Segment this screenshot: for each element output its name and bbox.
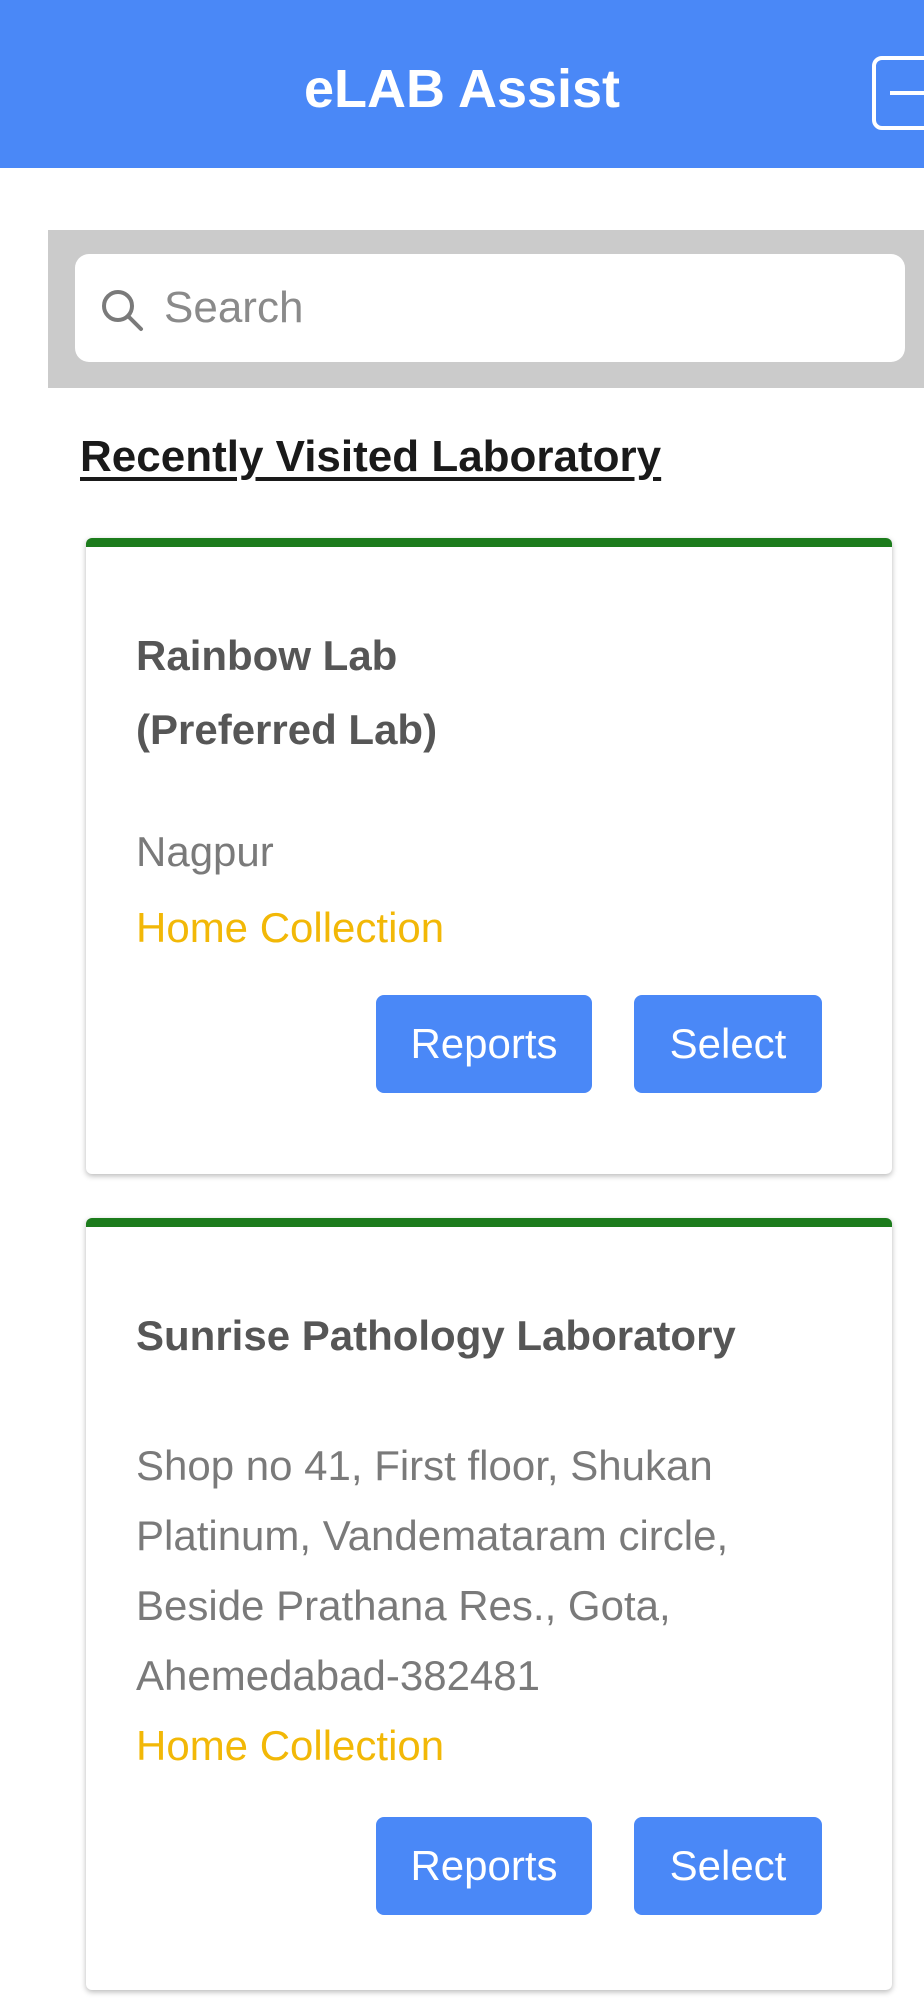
- lab-card: Sunrise Pathology Laboratory Shop no 41,…: [86, 1218, 892, 1990]
- lab-preferred-label: (Preferred Lab): [136, 706, 438, 753]
- logout-button[interactable]: [870, 56, 924, 130]
- lab-service: Home Collection: [136, 904, 445, 951]
- lab-address-line: Ahemedabad-382481: [136, 1652, 541, 1699]
- lab-name: Sunrise Pathology Laboratory: [136, 1312, 736, 1359]
- lab-name: Rainbow Lab: [136, 632, 398, 679]
- lab-card: Rainbow Lab (Preferred Lab) Nagpur Home …: [86, 538, 892, 1174]
- reports-button[interactable]: Reports: [376, 1817, 592, 1915]
- lab-address: Nagpur: [136, 817, 836, 887]
- section-title: Recently Visited Laboratory: [80, 432, 662, 481]
- lab-address-line: Platinum, Vandemataram circle,: [136, 1512, 729, 1559]
- search-icon: [102, 290, 143, 331]
- lab-address-line: Shop no 41, First floor, Shukan: [136, 1442, 713, 1489]
- reports-button[interactable]: Reports: [376, 995, 592, 1093]
- app-title: eLAB Assist: [303, 59, 621, 119]
- lab-address: Shop no 41, First floor, Shukan Platinum…: [136, 1431, 836, 1711]
- logout-icon: [872, 56, 924, 130]
- lab-service: Home Collection: [136, 1722, 445, 1769]
- lab-address-text: Nagpur: [136, 828, 274, 875]
- search-input[interactable]: [164, 262, 884, 354]
- select-button[interactable]: Select: [634, 1817, 822, 1915]
- select-button[interactable]: Select: [634, 995, 822, 1093]
- lab-address-line: Beside Prathana Res., Gota,: [136, 1582, 671, 1629]
